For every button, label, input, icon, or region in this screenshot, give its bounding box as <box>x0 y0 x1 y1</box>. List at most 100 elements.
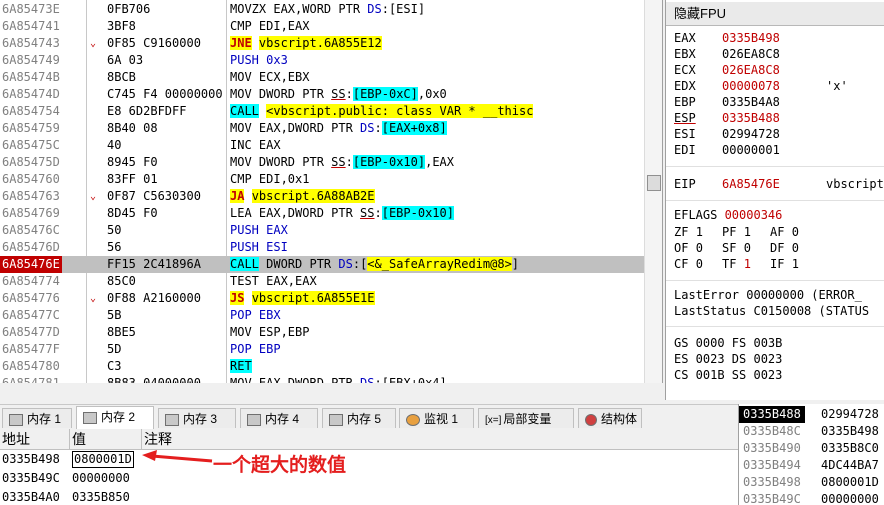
disasm-row[interactable]: 6A85474D C745 F4 00000000 MOV DWORD PTR SS… <box>0 86 662 103</box>
pane-splitter[interactable] <box>0 383 665 404</box>
flag-value[interactable]: 1 <box>792 257 799 271</box>
register-ecx[interactable]: ECX 026EA8C8 <box>674 62 826 78</box>
disassembly-pane[interactable]: 6A85473E 0FB706 MOVZX EAX,WORD PTR DS:[ESI… <box>0 0 663 383</box>
stack-address[interactable]: 0335B488 <box>739 406 805 423</box>
disasm-row[interactable]: 6A854743 ⌄ 0F85 C9160000 JNE vbscript.6A855… <box>0 35 662 52</box>
instruction-address[interactable]: 6A854759 <box>2 120 60 137</box>
tab-结构体[interactable]: 结构体 <box>578 408 642 428</box>
memory-dump-pane[interactable]: 地址 值 注释 0335B498 0800001D 0335B49C 00000000… <box>0 429 738 505</box>
disasm-row[interactable]: 6A854769 8D45 F0 LEA EAX,DWORD PTR SS:[EBP… <box>0 205 662 222</box>
register-eflags[interactable]: EFLAGS 00000346 <box>674 207 782 223</box>
instruction-address[interactable]: 6A854743 <box>2 35 60 52</box>
instruction-address[interactable]: 6A85474B <box>2 69 60 86</box>
flag-df[interactable]: DF 0 <box>770 240 818 256</box>
register-value[interactable]: 00000001 <box>722 142 826 158</box>
header-comment[interactable]: 注释 <box>142 429 738 449</box>
instruction-address[interactable]: 6A854780 <box>2 358 60 375</box>
stack-address[interactable]: 0335B498 <box>743 474 801 491</box>
instruction-address[interactable]: 6A854781 <box>2 375 60 383</box>
instruction-address[interactable]: 6A85476E <box>0 256 62 273</box>
register-ebx[interactable]: EBX 026EA8C8 <box>674 46 826 62</box>
dump-address[interactable]: 0335B49C <box>2 469 60 488</box>
dump-address[interactable]: 0335B498 <box>2 450 60 469</box>
register-eax[interactable]: EAX 0335B498 <box>674 30 826 46</box>
instruction-address[interactable]: 6A85475D <box>2 154 60 171</box>
instruction-address[interactable]: 6A854776 <box>2 290 60 307</box>
disasm-row[interactable]: 6A85477C 5B POP EBX <box>0 307 662 324</box>
flag-value[interactable]: 0 <box>696 241 703 255</box>
tab-监视-1[interactable]: 监视 1 <box>399 408 474 428</box>
tab-内存-2[interactable]: 内存 2 <box>76 406 154 430</box>
disasm-row[interactable]: 6A854781 8B83 04000000 MOV EAX,DWORD PTR D… <box>0 375 662 383</box>
disasm-row[interactable]: 6A85477F 5D POP EBP <box>0 341 662 358</box>
disasm-row[interactable]: 6A85476D 56 PUSH ESI <box>0 239 662 256</box>
register-value[interactable]: 02994728 <box>722 126 826 142</box>
instruction-address[interactable]: 6A854763 <box>2 188 60 205</box>
instruction-address[interactable]: 6A854754 <box>2 103 60 120</box>
disasm-row[interactable]: 6A85475C 40 INC EAX <box>0 137 662 154</box>
flag-of[interactable]: OF 0 <box>674 240 722 256</box>
flag-zf[interactable]: ZF 1 <box>674 224 722 240</box>
instruction-address[interactable]: 6A85474D <box>2 86 60 103</box>
stack-address[interactable]: 0335B490 <box>743 440 801 457</box>
instruction-address[interactable]: 6A85475C <box>2 137 60 154</box>
instruction-address[interactable]: 6A85477D <box>2 324 60 341</box>
flag-value[interactable]: 0 <box>792 225 799 239</box>
register-value[interactable]: 00000346 <box>725 208 783 222</box>
instruction-address[interactable]: 6A854741 <box>2 18 60 35</box>
stack-pane[interactable]: 0335B488 02994728 0335B48C 0335B498 0335B490… <box>738 404 884 505</box>
flag-value[interactable]: 0 <box>744 241 751 255</box>
register-ebp[interactable]: EBP 0335B4A8 <box>674 94 826 110</box>
disasm-row[interactable]: 6A85473E 0FB706 MOVZX EAX,WORD PTR DS:[ESI… <box>0 1 662 18</box>
tab-内存-1[interactable]: 内存 1 <box>2 408 72 428</box>
stack-address[interactable]: 0335B49C <box>743 491 801 505</box>
header-address[interactable]: 地址 <box>0 429 70 449</box>
flag-cf[interactable]: CF 0 <box>674 256 722 272</box>
flag-tf[interactable]: TF 1 <box>722 256 770 272</box>
tab-内存-5[interactable]: 内存 5 <box>322 408 396 428</box>
flag-value[interactable]: 1 <box>696 225 703 239</box>
instruction-address[interactable]: 6A85473E <box>2 1 60 18</box>
header-value[interactable]: 值 <box>70 429 142 449</box>
disasm-row[interactable]: 6A854760 83FF 01 CMP EDI,0x1 <box>0 171 662 188</box>
register-edi[interactable]: EDI 00000001 <box>674 142 826 158</box>
register-esp[interactable]: ESP 0335B488 <box>674 110 826 126</box>
register-value[interactable]: 6A85476E <box>722 176 826 192</box>
disasm-row[interactable]: 6A854741 3BF8 CMP EDI,EAX <box>0 18 662 35</box>
tab-内存-4[interactable]: 内存 4 <box>240 408 318 428</box>
disasm-row[interactable]: 6A854759 8B40 08 MOV EAX,DWORD PTR DS:[EAX… <box>0 120 662 137</box>
instruction-address[interactable]: 6A854760 <box>2 171 60 188</box>
disasm-row[interactable]: 6A85475D 8945 F0 MOV DWORD PTR SS:[EBP-0x1… <box>0 154 662 171</box>
dump-value[interactable]: 0335B850 <box>72 488 130 505</box>
register-value[interactable]: 0335B498 <box>722 30 826 46</box>
flag-pf[interactable]: PF 1 <box>722 224 770 240</box>
register-value[interactable]: 026EA8C8 <box>722 62 826 78</box>
hide-fpu-button[interactable]: 隐藏FPU <box>666 2 884 26</box>
disasm-row[interactable]: 6A85477D 8BE5 MOV ESP,EBP <box>0 324 662 341</box>
register-eip[interactable]: EIP 6A85476E vbscript <box>674 176 884 192</box>
instruction-address[interactable]: 6A85476D <box>2 239 60 256</box>
dump-value[interactable]: 00000000 <box>72 469 130 488</box>
instruction-address[interactable]: 6A85477F <box>2 341 60 358</box>
stack-address[interactable]: 0335B48C <box>743 423 801 440</box>
flag-sf[interactable]: SF 0 <box>722 240 770 256</box>
disasm-row[interactable]: 6A854763 ⌄ 0F87 C5630300 JA vbscript.6A88AB… <box>0 188 662 205</box>
disasm-row[interactable]: 6A854774 85C0 TEST EAX,EAX <box>0 273 662 290</box>
stack-value[interactable]: 0335B8C0 <box>821 440 879 457</box>
instruction-address[interactable]: 6A85476C <box>2 222 60 239</box>
flag-value[interactable]: 0 <box>696 257 703 271</box>
scrollbar-thumb[interactable] <box>647 175 661 191</box>
register-edx[interactable]: EDX 00000078'x' <box>674 78 848 94</box>
disassembly-scrollbar[interactable] <box>644 0 662 383</box>
flag-value[interactable]: 0 <box>792 241 799 255</box>
disasm-row[interactable]: 6A85476C 50 PUSH EAX <box>0 222 662 239</box>
dump-address[interactable]: 0335B4A0 <box>2 488 60 505</box>
registers-pane[interactable]: 隐藏FPU EAX 0335B498 EBX 026EA8C8 ECX 026EA8C8 E… <box>665 0 884 400</box>
register-esi[interactable]: ESI 02994728 <box>674 126 826 142</box>
disasm-row[interactable]: 6A854749 6A 03 PUSH 0x3 <box>0 52 662 69</box>
register-value[interactable]: 026EA8C8 <box>722 46 826 62</box>
instruction-address[interactable]: 6A854774 <box>2 273 60 290</box>
disasm-row[interactable]: 6A85474B 8BCB MOV ECX,EBX <box>0 69 662 86</box>
disasm-row[interactable]: 6A854780 C3 RET <box>0 358 662 375</box>
stack-value[interactable]: 0800001D <box>821 474 879 491</box>
